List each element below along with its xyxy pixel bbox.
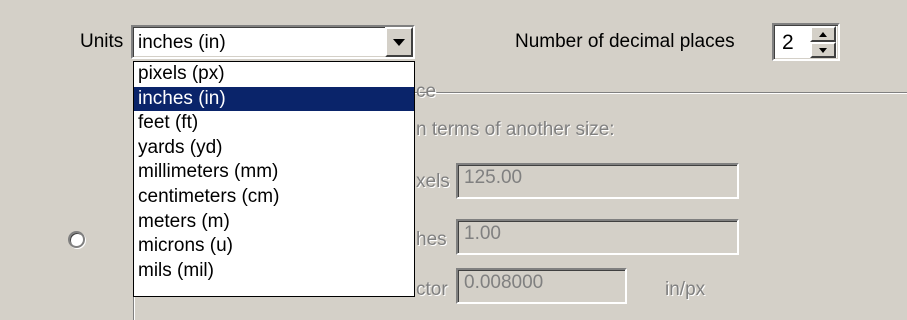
groupbox-title: ce [416,81,437,102]
factor-field: 0.008000 [456,268,627,304]
arrow-down-icon [819,48,827,53]
arrow-up-icon [819,32,827,37]
decimal-places-spinner[interactable]: 2 [772,23,840,61]
units-option-meters[interactable]: meters (m) [134,210,414,235]
units-dropdown-button[interactable] [385,27,413,57]
inches-field: 1.00 [456,219,739,255]
spin-up-button[interactable] [810,26,836,42]
units-option-mils[interactable]: mils (mil) [134,259,414,284]
groupbox-description: n terms of another size: [416,119,615,140]
groupbox-top-border [415,92,907,93]
decimal-places-value[interactable]: 2 [782,32,794,53]
size-mode-radio[interactable] [68,231,85,248]
units-label: Units [80,31,124,52]
units-option-pixels[interactable]: pixels (px) [134,62,414,87]
units-option-centimeters[interactable]: centimeters (cm) [134,185,414,210]
chevron-down-icon [393,39,405,46]
factor-unit: in/px [665,279,706,300]
units-option-inches[interactable]: inches (in) [134,86,414,112]
decimal-places-label: Number of decimal places [515,31,735,52]
units-option-microns[interactable]: microns (u) [134,234,414,259]
units-selected-value: inches (in) [138,32,226,53]
units-dropdown[interactable]: inches (in) [131,25,415,59]
pixels-field: 125.00 [456,163,739,199]
units-option-yards[interactable]: yards (yd) [134,136,414,161]
units-option-feet[interactable]: feet (ft) [134,111,414,136]
units-dropdown-list[interactable]: pixels (px) inches (in) feet (ft) yards … [133,61,415,297]
inches-label: hes [416,229,447,250]
pixels-label: xels [416,171,450,192]
spin-down-button[interactable] [810,42,836,58]
units-option-millimeters[interactable]: millimeters (mm) [134,160,414,185]
factor-label: ctor [416,279,448,300]
